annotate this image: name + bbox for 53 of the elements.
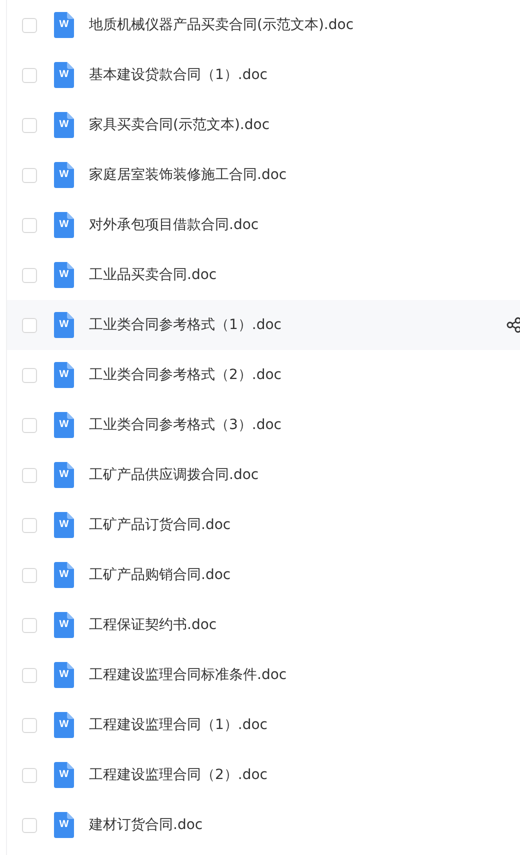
word-document-icon: W <box>54 512 74 538</box>
word-document-icon: W <box>54 12 74 38</box>
checkbox[interactable] <box>22 468 37 482</box>
checkbox[interactable] <box>22 718 37 732</box>
word-document-icon: W <box>54 312 74 338</box>
file-name[interactable]: 工业类合同参考格式（3）.doc <box>89 416 282 434</box>
file-name[interactable]: 工矿产品供应调拨合同.doc <box>89 466 259 484</box>
share-icon[interactable] <box>506 317 520 333</box>
file-name[interactable]: 工矿产品订货合同.doc <box>89 516 231 534</box>
checkbox[interactable] <box>22 18 37 32</box>
word-document-icon: W <box>54 112 74 138</box>
word-document-icon: W <box>54 362 74 388</box>
file-name[interactable]: 工业品买卖合同.doc <box>89 266 217 284</box>
checkbox[interactable] <box>22 668 37 682</box>
checkbox[interactable] <box>22 368 37 382</box>
word-document-icon: W <box>54 712 74 738</box>
word-document-icon: W <box>54 612 74 638</box>
word-document-icon: W <box>54 412 74 438</box>
file-name[interactable]: 对外承包项目借款合同.doc <box>89 216 259 234</box>
checkbox[interactable] <box>22 318 37 332</box>
checkbox[interactable] <box>22 568 37 582</box>
checkbox[interactable] <box>22 818 37 832</box>
checkbox[interactable] <box>22 768 37 782</box>
file-name[interactable]: 工程建设监理合同（2）.doc <box>89 766 268 784</box>
file-name[interactable]: 家具买卖合同(示范文本).doc <box>89 116 270 134</box>
file-name[interactable]: 基本建设贷款合同（1）.doc <box>89 66 268 84</box>
checkbox[interactable] <box>22 418 37 432</box>
file-name[interactable]: 地质机械仪器产品买卖合同(示范文本).doc <box>89 16 354 34</box>
checkbox[interactable] <box>22 268 37 282</box>
file-name[interactable]: 家庭居室装饰装修施工合同.doc <box>89 166 287 184</box>
file-name[interactable]: 工业类合同参考格式（2）.doc <box>89 366 282 384</box>
file-name[interactable]: 工程建设监理合同（1）.doc <box>89 716 268 734</box>
file-name[interactable]: 工业类合同参考格式（1）.doc <box>89 316 282 334</box>
word-document-icon: W <box>54 212 74 238</box>
file-name[interactable]: 建材订货合同.doc <box>89 816 203 834</box>
word-document-icon: W <box>54 262 74 288</box>
word-document-icon: W <box>54 162 74 188</box>
word-document-icon: W <box>54 662 74 688</box>
word-document-icon: W <box>54 762 74 788</box>
file-name[interactable]: 工程保证契约书.doc <box>89 616 217 634</box>
file-row-highlight[interactable]: W 工业类合同参考格式（1）.doc <box>7 300 520 350</box>
word-document-icon: W <box>54 812 74 838</box>
word-document-icon: W <box>54 62 74 88</box>
checkbox[interactable] <box>22 518 37 532</box>
word-document-icon: W <box>54 462 74 488</box>
file-name[interactable]: 工程建设监理合同标准条件.doc <box>89 666 287 684</box>
checkbox[interactable] <box>22 168 37 182</box>
checkbox[interactable] <box>22 218 37 232</box>
checkbox[interactable] <box>22 118 37 132</box>
checkbox[interactable] <box>22 618 37 632</box>
checkbox[interactable] <box>22 68 37 82</box>
word-document-icon: W <box>54 562 74 588</box>
file-name[interactable]: 工矿产品购销合同.doc <box>89 566 231 584</box>
